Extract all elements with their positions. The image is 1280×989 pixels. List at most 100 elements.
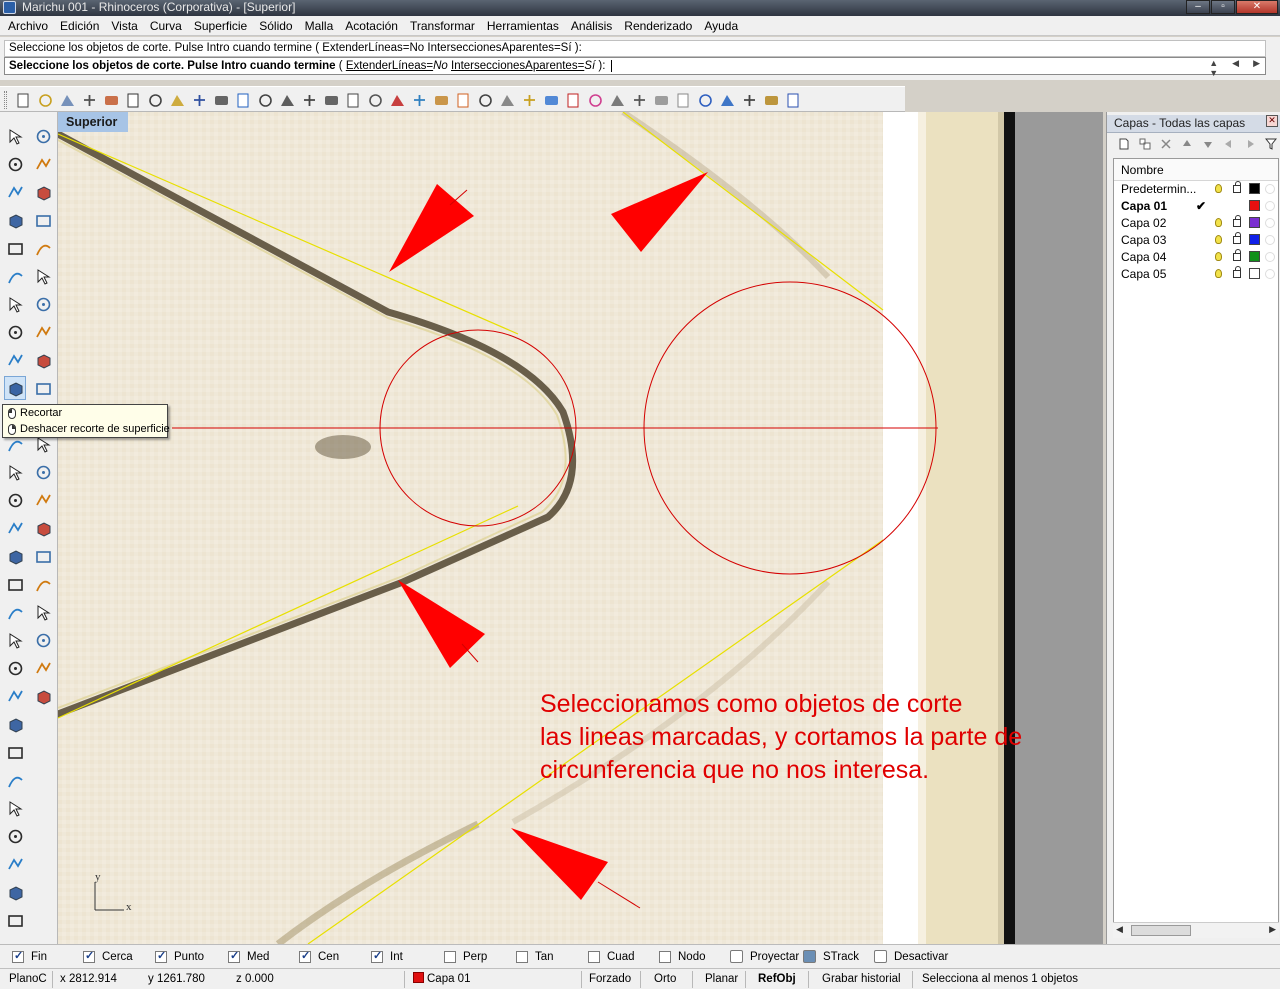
- osnap-checkbox[interactable]: [730, 950, 743, 963]
- zebra-icon[interactable]: [4, 824, 26, 848]
- cplane-icon[interactable]: [628, 90, 650, 110]
- scroll-right-icon[interactable]: ▶: [1269, 924, 1276, 935]
- menu-acotacion[interactable]: Acotación: [339, 19, 404, 33]
- layer-material-icon[interactable]: [1265, 218, 1275, 228]
- layer-visibility-bulb-icon[interactable]: [1215, 184, 1222, 193]
- minimize-button[interactable]: –: [1186, 0, 1210, 14]
- command-scroll-updown-icon[interactable]: ▲ ▼: [1209, 58, 1218, 78]
- help-icon[interactable]: [782, 90, 804, 110]
- menu-transformar[interactable]: Transformar: [404, 19, 481, 33]
- select-icon[interactable]: [4, 124, 26, 148]
- select-point-icon[interactable]: [364, 90, 386, 110]
- layer-icon[interactable]: [452, 90, 474, 110]
- rectangle-icon[interactable]: [32, 208, 54, 232]
- curvature-icon[interactable]: [4, 684, 26, 708]
- object-props-icon[interactable]: [496, 90, 518, 110]
- layer-visibility-bulb-icon[interactable]: [1215, 269, 1222, 278]
- layer-lock-icon[interactable]: [1233, 249, 1241, 261]
- viewport-canvas[interactable]: [58, 112, 1103, 944]
- zoom-selected-icon[interactable]: [320, 90, 342, 110]
- tooltip-left-click-row[interactable]: Recortar: [3, 405, 167, 421]
- viewport-title-tab[interactable]: Superior: [58, 112, 128, 132]
- blend-icon[interactable]: [32, 572, 54, 596]
- scrollbar-thumb[interactable]: [1131, 925, 1191, 936]
- osnap-nodo[interactable]: Nodo: [659, 945, 706, 969]
- osnap-checkbox[interactable]: [155, 949, 167, 963]
- layer-name[interactable]: Capa 02: [1121, 215, 1203, 232]
- osnap-checkbox[interactable]: [659, 950, 671, 963]
- osnap-checkbox[interactable]: [444, 950, 456, 963]
- osnap-checkbox[interactable]: [228, 949, 240, 963]
- zoom-window-icon[interactable]: [276, 90, 298, 110]
- delete-layer-icon[interactable]: [1157, 136, 1175, 152]
- layer-name[interactable]: Capa 01: [1121, 198, 1203, 215]
- pan-icon[interactable]: [210, 90, 232, 110]
- osnap-punto[interactable]: Punto: [155, 945, 204, 969]
- circle-icon[interactable]: [4, 180, 26, 204]
- explode-icon[interactable]: [4, 348, 26, 372]
- open-file-icon[interactable]: [34, 90, 56, 110]
- layer-color-swatch[interactable]: [1249, 268, 1260, 279]
- layer-material-icon[interactable]: [1265, 252, 1275, 262]
- layer-row[interactable]: Capa 05: [1114, 266, 1278, 283]
- osnap-checkbox[interactable]: [371, 949, 383, 963]
- copy-icon[interactable]: [144, 90, 166, 110]
- move-layer-out-icon[interactable]: [1220, 136, 1238, 152]
- osnap-int[interactable]: Int: [371, 945, 403, 969]
- patch-icon[interactable]: [32, 320, 54, 344]
- layers-horizontal-scrollbar[interactable]: ◀ ▶: [1113, 922, 1279, 938]
- layer-lock-icon[interactable]: [1233, 232, 1241, 244]
- command-line-input[interactable]: Seleccione los objetos de corte. Pulse I…: [4, 57, 1266, 75]
- view-4-icon[interactable]: [672, 90, 694, 110]
- osnap-proyectar[interactable]: Proyectar: [730, 945, 799, 969]
- curve-snap-icon[interactable]: [738, 90, 760, 110]
- osnap-perp[interactable]: Perp: [444, 945, 487, 969]
- layer-color-swatch[interactable]: [1249, 234, 1260, 245]
- layer-row[interactable]: Capa 04: [1114, 249, 1278, 266]
- status-ortho-toggle[interactable]: Orto: [654, 969, 676, 989]
- car-icon[interactable]: [386, 90, 408, 110]
- viewport-layout-icon[interactable]: [650, 90, 672, 110]
- osnap-checkbox[interactable]: [12, 949, 24, 963]
- menu-archivo[interactable]: Archivo: [2, 19, 54, 33]
- rhino-app-icon[interactable]: [3, 1, 16, 14]
- osnap-checkbox[interactable]: [588, 950, 600, 963]
- orient-icon[interactable]: [32, 488, 54, 512]
- text-icon[interactable]: [4, 460, 26, 484]
- dimension-linear-icon[interactable]: [4, 628, 26, 652]
- status-snap-toggle[interactable]: Forzado: [589, 969, 631, 989]
- layer-row[interactable]: Capa 02: [1114, 215, 1278, 232]
- cylinder-icon[interactable]: [4, 320, 26, 344]
- dimension-icon[interactable]: [32, 460, 54, 484]
- move-layer-down-icon[interactable]: [1199, 136, 1217, 152]
- end-icon[interactable]: [4, 908, 26, 932]
- layer-color-swatch[interactable]: [1249, 251, 1260, 262]
- curve-from-2-views-icon[interactable]: [4, 740, 26, 764]
- status-cplane[interactable]: PlanoC: [9, 969, 47, 989]
- boolean-icon[interactable]: [4, 516, 26, 540]
- color-icon[interactable]: [584, 90, 606, 110]
- point-cloud-icon[interactable]: [4, 796, 26, 820]
- layer-name[interactable]: Capa 03: [1121, 232, 1203, 249]
- layer-color-swatch[interactable]: [1249, 217, 1260, 228]
- maximize-button[interactable]: ▫: [1211, 0, 1235, 14]
- analysis-graph-icon[interactable]: [4, 712, 26, 736]
- menu-solido[interactable]: Sólido: [253, 19, 298, 33]
- move-icon[interactable]: [342, 90, 364, 110]
- status-planar-toggle[interactable]: Planar: [705, 969, 738, 989]
- command-scroll-right-icon[interactable]: ▶: [1253, 58, 1260, 78]
- osnap-checkbox[interactable]: [803, 950, 816, 963]
- properties-icon[interactable]: [474, 90, 496, 110]
- layers-panel-close-icon[interactable]: ✕: [1266, 115, 1278, 127]
- close-button[interactable]: ✕: [1236, 0, 1278, 14]
- new-sublayer-icon[interactable]: [1136, 136, 1154, 152]
- osnap-checkbox[interactable]: [516, 950, 528, 963]
- polyline-icon[interactable]: [4, 152, 26, 176]
- menu-edicion[interactable]: Edición: [54, 19, 105, 33]
- layer-lock-icon[interactable]: [1233, 181, 1241, 193]
- grid-icon[interactable]: [606, 90, 628, 110]
- status-osnap-toggle[interactable]: RefObj: [758, 969, 796, 989]
- fillet-icon[interactable]: [32, 236, 54, 260]
- new-layer-icon[interactable]: [1115, 136, 1133, 152]
- menu-renderizado[interactable]: Renderizado: [618, 19, 698, 33]
